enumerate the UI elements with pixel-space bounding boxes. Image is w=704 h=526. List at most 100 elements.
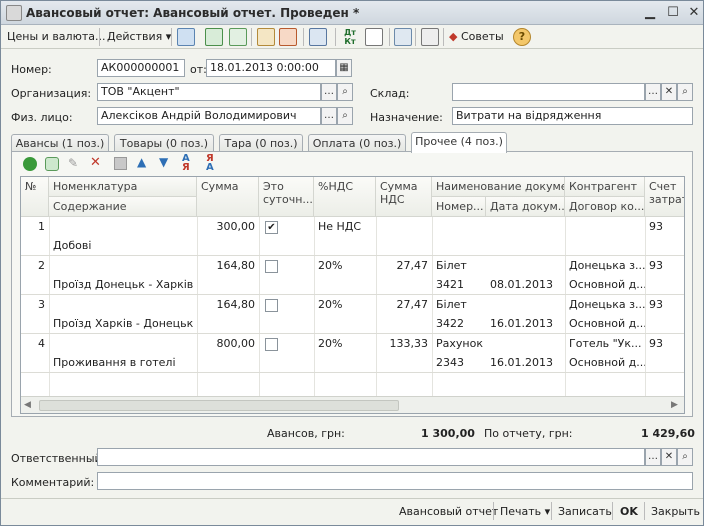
advice-button[interactable]: ◆ Советы [449, 27, 504, 47]
person-field[interactable]: Алексіков Андрій Володимирович [97, 107, 321, 125]
col-header-vat-sum[interactable]: Сумма НДС [376, 177, 432, 217]
based-on-icon[interactable] [309, 28, 327, 46]
close-button[interactable]: Закрыть [651, 503, 700, 521]
cell-contractor[interactable]: Готель "Ук... [565, 334, 645, 353]
sort-asc-icon[interactable]: AЯ [182, 154, 190, 173]
warehouse-field[interactable] [452, 83, 645, 101]
cell-sum[interactable]: 300,00 [197, 217, 259, 236]
col-header-daily[interactable]: Это суточн... [259, 177, 314, 217]
copy-document-icon[interactable] [229, 28, 247, 46]
cell-nomenclature[interactable] [49, 334, 197, 340]
cell-sum[interactable]: 164,80 [197, 256, 259, 275]
col-header-doc-number[interactable]: Номер... [432, 197, 486, 217]
col-header-contract[interactable]: Договор ко... [565, 197, 645, 217]
select-ellipsis-icon[interactable]: … [321, 83, 337, 101]
col-header-content[interactable]: Содержание [49, 197, 197, 217]
sort-desc-icon[interactable]: ЯA [206, 154, 214, 173]
cell-account[interactable]: 93 [645, 295, 684, 314]
cell-doc-date[interactable]: 08.01.2013 [486, 275, 565, 294]
col-header-number[interactable]: № [21, 177, 49, 217]
col-header-doc-date[interactable]: Дата докум... [486, 197, 565, 217]
cell-vat-rate[interactable]: Не НДС [314, 217, 376, 236]
cell-account[interactable]: 93 [645, 334, 684, 353]
cell-vat-sum[interactable]: 133,33 [376, 334, 432, 353]
scroll-right-icon[interactable]: ▶ [671, 400, 678, 410]
open-search-icon[interactable]: ⌕ [337, 107, 353, 125]
cell-account[interactable]: 93 [645, 256, 684, 275]
cell-contract[interactable]: Основной д... [565, 314, 645, 333]
cell-contractor[interactable]: Донецька з... [565, 256, 645, 275]
save-button[interactable]: Записать [558, 503, 612, 521]
purpose-field[interactable]: Витрати на відрядження [452, 107, 693, 125]
clear-icon[interactable]: ✕ [661, 83, 677, 101]
go-to-icon[interactable] [177, 28, 195, 46]
cell-content[interactable]: Добові [49, 236, 197, 255]
cell-doc-number[interactable]: 2343 [432, 353, 486, 372]
cell-contractor[interactable] [565, 217, 645, 223]
cell-vat-rate[interactable]: 20% [314, 256, 376, 275]
cell-account[interactable]: 93 [645, 217, 684, 236]
tab-other[interactable]: Прочее (4 поз.) [411, 132, 507, 153]
cell-sum[interactable]: 800,00 [197, 334, 259, 353]
actions-menu-button[interactable]: Действия ▾ [107, 27, 171, 47]
cell-doc-number[interactable]: 3422 [432, 314, 486, 333]
open-search-icon[interactable]: ⌕ [677, 83, 693, 101]
cell-contract[interactable] [565, 236, 645, 242]
cell-contractor[interactable]: Донецька з... [565, 295, 645, 314]
move-down-icon[interactable]: ▼ [159, 155, 168, 169]
move-up-icon[interactable]: ▲ [137, 155, 146, 169]
minimize-icon[interactable]: ▁ [641, 4, 659, 22]
debit-credit-icon[interactable]: Дт Кт [341, 28, 359, 46]
ok-button[interactable]: OK [620, 503, 638, 521]
cell-doc-date[interactable]: 16.01.2013 [486, 353, 565, 372]
scroll-thumb[interactable] [39, 400, 399, 411]
cell-vat-sum[interactable]: 27,47 [376, 256, 432, 275]
prices-currency-button[interactable]: Цены и валюта... [7, 27, 105, 47]
print-form-button[interactable]: Авансовый отчет [399, 503, 498, 521]
cell-sum[interactable]: 164,80 [197, 295, 259, 314]
cell-content[interactable]: Проживання в готелі [49, 353, 197, 372]
comment-field[interactable] [97, 472, 693, 490]
select-ellipsis-icon[interactable]: … [321, 107, 337, 125]
cell-nomenclature[interactable] [49, 256, 197, 262]
cell-doc-date[interactable]: 16.01.2013 [486, 314, 565, 333]
number-field[interactable]: АК000000001 [97, 59, 185, 77]
cell-doc-name[interactable]: Білет [432, 295, 565, 314]
daily-checkbox[interactable] [265, 338, 278, 351]
responsible-field[interactable] [97, 448, 645, 466]
cell-doc-name[interactable] [432, 217, 565, 223]
select-ellipsis-icon[interactable]: … [645, 83, 661, 101]
date-field[interactable]: 18.01.2013 0:00:00 [206, 59, 336, 77]
col-header-vat-rate[interactable]: %НДС [314, 177, 376, 217]
clear-icon[interactable]: ✕ [661, 448, 677, 466]
cell-vat-sum[interactable]: 27,47 [376, 295, 432, 314]
col-header-nomenclature[interactable]: Номенклатура [49, 177, 197, 197]
cell-doc-number[interactable]: 3421 [432, 275, 486, 294]
close-icon[interactable]: ✕ [685, 4, 703, 22]
unpost-document-icon[interactable] [279, 28, 297, 46]
cell-contract[interactable]: Основной д... [565, 353, 645, 372]
cell-nomenclature[interactable] [49, 295, 197, 301]
journal-icon[interactable] [365, 28, 383, 46]
end-edit-icon[interactable] [114, 157, 127, 170]
print-menu-button[interactable]: Печать ▾ [500, 503, 550, 521]
open-search-icon[interactable]: ⌕ [677, 448, 693, 466]
calendar-icon[interactable]: ▦ [336, 59, 352, 77]
refresh-icon[interactable] [205, 28, 223, 46]
post-document-icon[interactable] [257, 28, 275, 46]
delete-row-icon[interactable]: ✕ [90, 155, 101, 170]
edit-row-icon[interactable]: ✎ [68, 156, 78, 170]
cell-vat-rate[interactable]: 20% [314, 295, 376, 314]
col-header-doc-name[interactable]: Наименование докуме... [432, 177, 565, 197]
cell-doc-number[interactable] [432, 236, 486, 242]
cell-contract[interactable]: Основной д... [565, 275, 645, 294]
daily-checkbox[interactable] [265, 299, 278, 312]
help-icon[interactable]: ? [513, 28, 531, 46]
col-header-sum[interactable]: Сумма [197, 177, 259, 217]
structure-icon[interactable] [394, 28, 412, 46]
copy-row-icon[interactable] [45, 157, 59, 171]
cell-doc-date[interactable] [486, 236, 565, 242]
col-header-account[interactable]: Счет затрат [645, 177, 684, 217]
scroll-left-icon[interactable]: ◀ [24, 400, 31, 410]
col-header-contractor[interactable]: Контрагент [565, 177, 645, 197]
